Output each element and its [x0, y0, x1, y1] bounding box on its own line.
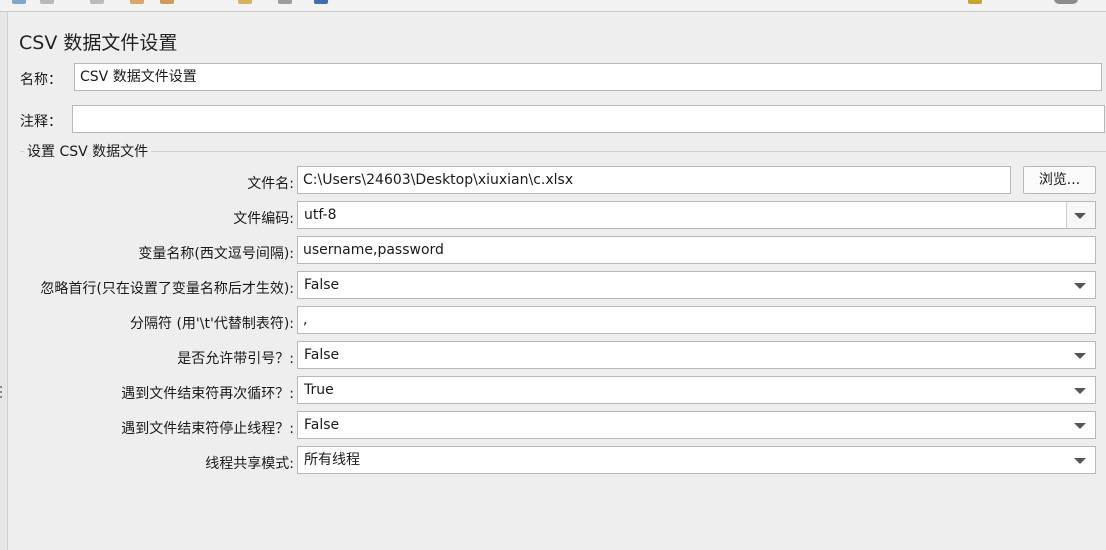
toolbar-icon-6[interactable] [238, 0, 252, 4]
tree-splitter[interactable] [0, 12, 8, 550]
toolbar-icon-10[interactable] [1054, 0, 1078, 4]
page-title: CSV 数据文件设置 [19, 32, 178, 54]
name-input[interactable]: CSV 数据文件设置 [74, 63, 1102, 91]
chevron-down-icon [1074, 283, 1086, 289]
var-names-input[interactable]: username,password [297, 236, 1096, 264]
stop-thread-on-eof-label: 遇到文件结束符停止线程？: [121, 421, 294, 437]
ignore-first-line-label: 忽略首行(只在设置了变量名称后才生效): [40, 281, 294, 297]
allow-quoted-value: False [304, 347, 340, 363]
toolbar-icon-9[interactable] [968, 0, 982, 4]
stop-thread-on-eof-value: False [304, 417, 340, 433]
comment-input[interactable] [72, 105, 1105, 133]
chevron-down-icon [1074, 388, 1086, 394]
toolbar-icon-4[interactable] [130, 0, 144, 4]
var-names-label: 变量名称(西文逗号间隔): [138, 246, 294, 262]
encoding-value: utf-8 [304, 207, 337, 223]
toolbar-icon-7[interactable] [278, 0, 292, 4]
recycle-on-eof-combo[interactable]: True [297, 376, 1096, 404]
toolbar-icon-8[interactable] [314, 0, 328, 4]
allow-quoted-combo[interactable]: False [297, 341, 1096, 369]
group-title: 设置 CSV 数据文件 [24, 141, 152, 161]
encoding-label: 文件编码: [233, 211, 294, 227]
toolbar-icon-5[interactable] [160, 0, 174, 4]
sharing-mode-combo[interactable]: 所有线程 [297, 446, 1096, 474]
encoding-combo[interactable]: utf-8 [297, 201, 1096, 229]
recycle-on-eof-label: 遇到文件结束符再次循环？: [121, 386, 294, 402]
filename-input[interactable]: C:\Users\24603\Desktop\xiuxian\c.xlsx [297, 166, 1011, 194]
delimiter-label: 分隔符 (用'\t'代替制表符): [130, 316, 294, 332]
allow-quoted-label: 是否允许带引号？: [177, 351, 294, 367]
toolbar-icon-2[interactable] [40, 0, 54, 4]
chevron-down-icon [1074, 213, 1086, 219]
filename-label: 文件名: [247, 176, 294, 192]
recycle-on-eof-value: True [304, 382, 334, 398]
toolbar [0, 0, 1106, 12]
toolbar-icon-1[interactable] [12, 0, 26, 4]
comment-label: 注释： [20, 114, 62, 130]
chevron-down-icon [1074, 458, 1086, 464]
browse-button[interactable]: 浏览... [1023, 166, 1096, 194]
stop-thread-on-eof-combo[interactable]: False [297, 411, 1096, 439]
toolbar-icon-3[interactable] [90, 0, 104, 4]
sharing-mode-label: 线程共享模式: [205, 456, 294, 472]
group-border [20, 151, 1106, 152]
sharing-mode-value: 所有线程 [304, 452, 360, 468]
chevron-down-icon [1074, 353, 1086, 359]
ignore-first-line-combo[interactable]: False [297, 271, 1096, 299]
name-label: 名称： [20, 72, 62, 88]
ignore-first-line-value: False [304, 277, 340, 293]
splitter-handle-icon[interactable] [0, 386, 3, 406]
chevron-down-icon [1074, 423, 1086, 429]
delimiter-input[interactable]: , [297, 306, 1096, 334]
